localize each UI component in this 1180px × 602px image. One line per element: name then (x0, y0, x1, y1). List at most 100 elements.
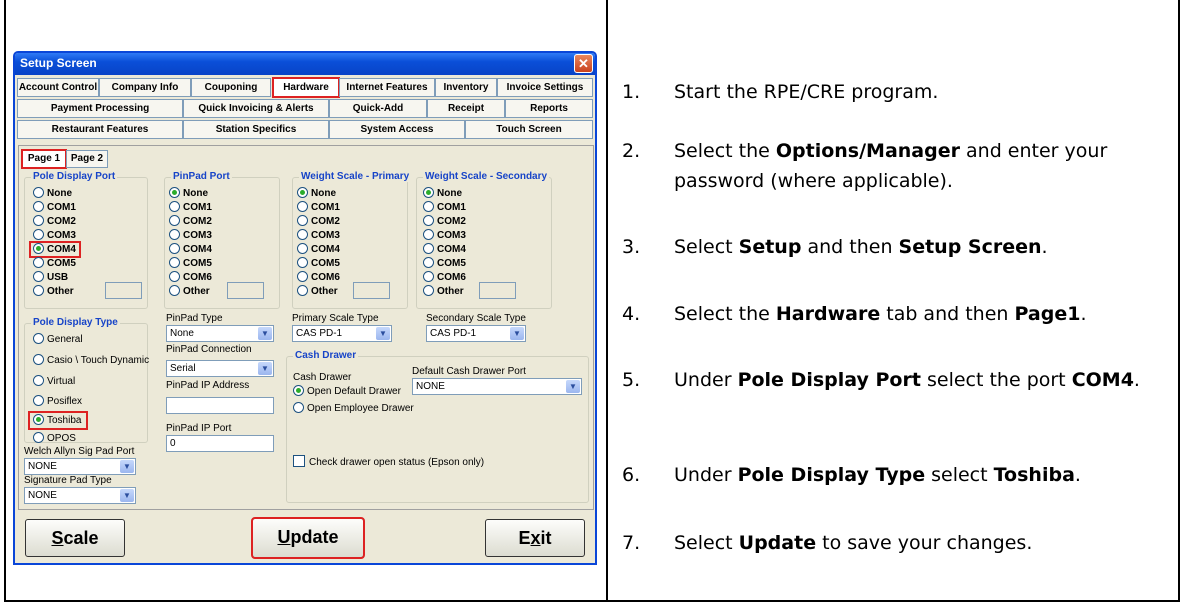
chevron-down-icon: ▼ (376, 327, 390, 340)
weight-secondary-com2[interactable]: COM2 (423, 215, 466, 228)
open-default-drawer-radio[interactable]: Open Default Drawer (293, 385, 401, 398)
tab-station-specifics[interactable]: Station Specifics (183, 120, 329, 139)
check-drawer-status-checkbox[interactable]: Check drawer open status (Epson only) (293, 455, 484, 468)
weight-primary-com5[interactable]: COM5 (297, 257, 340, 270)
default-drawer-port-select[interactable]: NONE ▼ (412, 378, 582, 395)
tab-restaurant-features[interactable]: Restaurant Features (17, 120, 183, 139)
pole-port-com2[interactable]: COM2 (33, 215, 76, 228)
pinpad-port-other-input[interactable] (227, 282, 264, 299)
pinpad-ip-label: PinPad IP Address (166, 380, 250, 391)
pinpad-port-com4[interactable]: COM4 (169, 243, 212, 256)
weight-primary-com3[interactable]: COM3 (297, 229, 340, 242)
cash-drawer-legend: Cash Drawer (293, 350, 359, 361)
tab-touch-screen[interactable]: Touch Screen (465, 120, 593, 139)
subtab-page-2[interactable]: Page 2 (66, 150, 108, 168)
pinpad-port-none[interactable]: None (169, 187, 208, 200)
pole-port-com3[interactable]: COM3 (33, 229, 76, 242)
pole-port-usb[interactable]: USB (33, 271, 68, 284)
scale-button[interactable]: Scale (25, 519, 125, 557)
tab-internet-features[interactable]: Internet Features (339, 78, 435, 97)
radio-icon (33, 215, 44, 226)
weight-primary-none[interactable]: None (297, 187, 336, 200)
weight-secondary-com5[interactable]: COM5 (423, 257, 466, 270)
weight-primary-com6[interactable]: COM6 (297, 271, 340, 284)
subtab-page-1[interactable]: Page 1 (21, 149, 67, 169)
tab-invoice-settings[interactable]: Invoice Settings (497, 78, 593, 97)
weight-primary-other[interactable]: Other (297, 285, 338, 298)
pole-type-general[interactable]: General (33, 333, 83, 346)
weight-primary-com4[interactable]: COM4 (297, 243, 340, 256)
radio-selected-icon (169, 187, 180, 198)
pinpad-port-other[interactable]: Other (169, 285, 210, 298)
tab-couponing[interactable]: Couponing (191, 78, 271, 97)
pole-port-com4[interactable]: COM4 (29, 241, 81, 258)
weight-primary-other-input[interactable] (353, 282, 390, 299)
pole-display-port-legend: Pole Display Port (31, 171, 118, 182)
tab-quick-invoicing[interactable]: Quick Invoicing & Alerts (183, 99, 329, 118)
weight-secondary-com4[interactable]: COM4 (423, 243, 466, 256)
tab-system-access[interactable]: System Access (329, 120, 465, 139)
weight-secondary-other[interactable]: Other (423, 285, 464, 298)
pole-port-none[interactable]: None (33, 187, 72, 200)
chevron-down-icon: ▼ (566, 380, 580, 393)
pinpad-port-com3[interactable]: COM3 (169, 229, 212, 242)
signature-pad-select[interactable]: NONE ▼ (24, 487, 136, 504)
radio-icon (423, 257, 434, 268)
tab-payment-processing[interactable]: Payment Processing (17, 99, 183, 118)
tab-receipt[interactable]: Receipt (427, 99, 505, 118)
tab-account-control[interactable]: Account Control (17, 78, 99, 97)
weight-primary-com1[interactable]: COM1 (297, 201, 340, 214)
pole-type-posiflex[interactable]: Posiflex (33, 395, 82, 408)
weight-secondary-com1[interactable]: COM1 (423, 201, 466, 214)
weight-secondary-other-input[interactable] (479, 282, 516, 299)
pinpad-connection-label: PinPad Connection (166, 344, 252, 355)
weight-primary-com2[interactable]: COM2 (297, 215, 340, 228)
pole-type-toshiba[interactable]: Toshiba (27, 411, 89, 430)
tab-hardware[interactable]: Hardware (272, 77, 340, 98)
weight-secondary-com6[interactable]: COM6 (423, 271, 466, 284)
tab-quick-add[interactable]: Quick-Add (329, 99, 427, 118)
cash-drawer-label: Cash Drawer (293, 372, 352, 383)
radio-icon (33, 285, 44, 296)
pole-port-other-input[interactable] (105, 282, 142, 299)
pinpad-type-select[interactable]: None ▼ (166, 325, 274, 342)
chevron-down-icon: ▼ (510, 327, 524, 340)
primary-scale-select[interactable]: CAS PD-1 ▼ (292, 325, 392, 342)
pinpad-port-label: PinPad IP Port (166, 423, 232, 434)
pinpad-port-input[interactable]: 0 (166, 435, 274, 452)
radio-selected-icon (297, 187, 308, 198)
pinpad-port-com6[interactable]: COM6 (169, 271, 212, 284)
tab-reports[interactable]: Reports (505, 99, 593, 118)
tab-company-info[interactable]: Company Info (99, 78, 191, 97)
button-bar: Scale Update Exit (15, 512, 595, 563)
pinpad-port-com2[interactable]: COM2 (169, 215, 212, 228)
radio-icon (169, 201, 180, 212)
exit-button[interactable]: Exit (485, 519, 585, 557)
column-divider (606, 0, 608, 602)
radio-icon (297, 243, 308, 254)
signature-pad-label: Signature Pad Type (24, 475, 112, 486)
pole-port-other[interactable]: Other (33, 285, 74, 298)
pole-display-type-group: Pole Display Type General Casio \ Touch … (24, 317, 149, 445)
pole-display-port-group: Pole Display Port None COM1 COM2 COM3 CO… (24, 171, 148, 309)
weight-secondary-none[interactable]: None (423, 187, 462, 200)
secondary-scale-select[interactable]: CAS PD-1 ▼ (426, 325, 526, 342)
weight-primary-group: Weight Scale - Primary None COM1 COM2 CO… (292, 171, 412, 309)
pole-type-casio[interactable]: Casio \ Touch Dynamic (33, 354, 149, 367)
pole-port-com5[interactable]: COM5 (33, 257, 76, 270)
update-button[interactable]: Update (251, 517, 365, 559)
welch-select[interactable]: NONE ▼ (24, 458, 136, 475)
tab-inventory[interactable]: Inventory (435, 78, 497, 97)
open-employee-drawer-radio[interactable]: Open Employee Drawer (293, 402, 414, 415)
pole-port-com1[interactable]: COM1 (33, 201, 76, 214)
pinpad-connection-select[interactable]: Serial ▼ (166, 360, 274, 377)
weight-secondary-com3[interactable]: COM3 (423, 229, 466, 242)
pinpad-port-com5[interactable]: COM5 (169, 257, 212, 270)
pinpad-ip-input[interactable] (166, 397, 274, 414)
pole-type-virtual[interactable]: Virtual (33, 375, 75, 388)
pinpad-port-com1[interactable]: COM1 (169, 201, 212, 214)
close-icon[interactable]: ✕ (574, 54, 593, 73)
radio-selected-icon (33, 243, 44, 254)
pole-type-opos[interactable]: OPOS (33, 432, 76, 445)
chevron-down-icon: ▼ (258, 362, 272, 375)
